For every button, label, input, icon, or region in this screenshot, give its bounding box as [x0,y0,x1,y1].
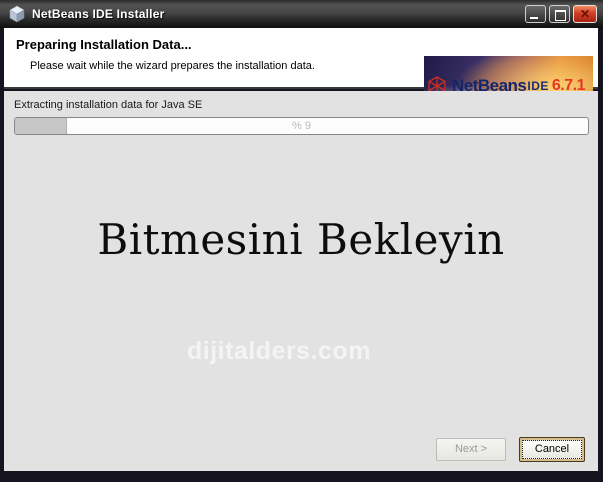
wizard-button-row: Next > Cancel [436,437,585,462]
step-subtitle: Please wait while the wizard prepares th… [30,60,315,72]
progress-bar: % 9 [14,117,589,135]
netbeans-cube-icon [9,5,25,23]
next-button[interactable]: Next > [436,438,506,461]
progress-percent-text: % 9 [292,120,311,132]
client-area: Extracting installation data for Java SE… [4,91,598,471]
window-title: NetBeans IDE Installer [32,7,165,21]
close-button[interactable]: ✕ [573,5,597,23]
progress-label: Extracting installation data for Java SE [14,99,203,111]
maximize-button[interactable] [549,5,570,23]
installer-window: NetBeans IDE Installer ✕ Preparing Insta… [0,0,603,482]
titlebar: NetBeans IDE Installer ✕ [0,0,603,28]
cancel-button-label: Cancel [522,440,582,459]
step-title: Preparing Installation Data... [16,37,192,52]
cancel-button[interactable]: Cancel [519,437,585,462]
wizard-header: Preparing Installation Data... Please wa… [4,28,598,115]
minimize-button[interactable] [525,5,546,23]
watermark-text: dijitalders.com [187,337,371,365]
wait-message: Bitmesini Bekleyin [97,215,505,264]
